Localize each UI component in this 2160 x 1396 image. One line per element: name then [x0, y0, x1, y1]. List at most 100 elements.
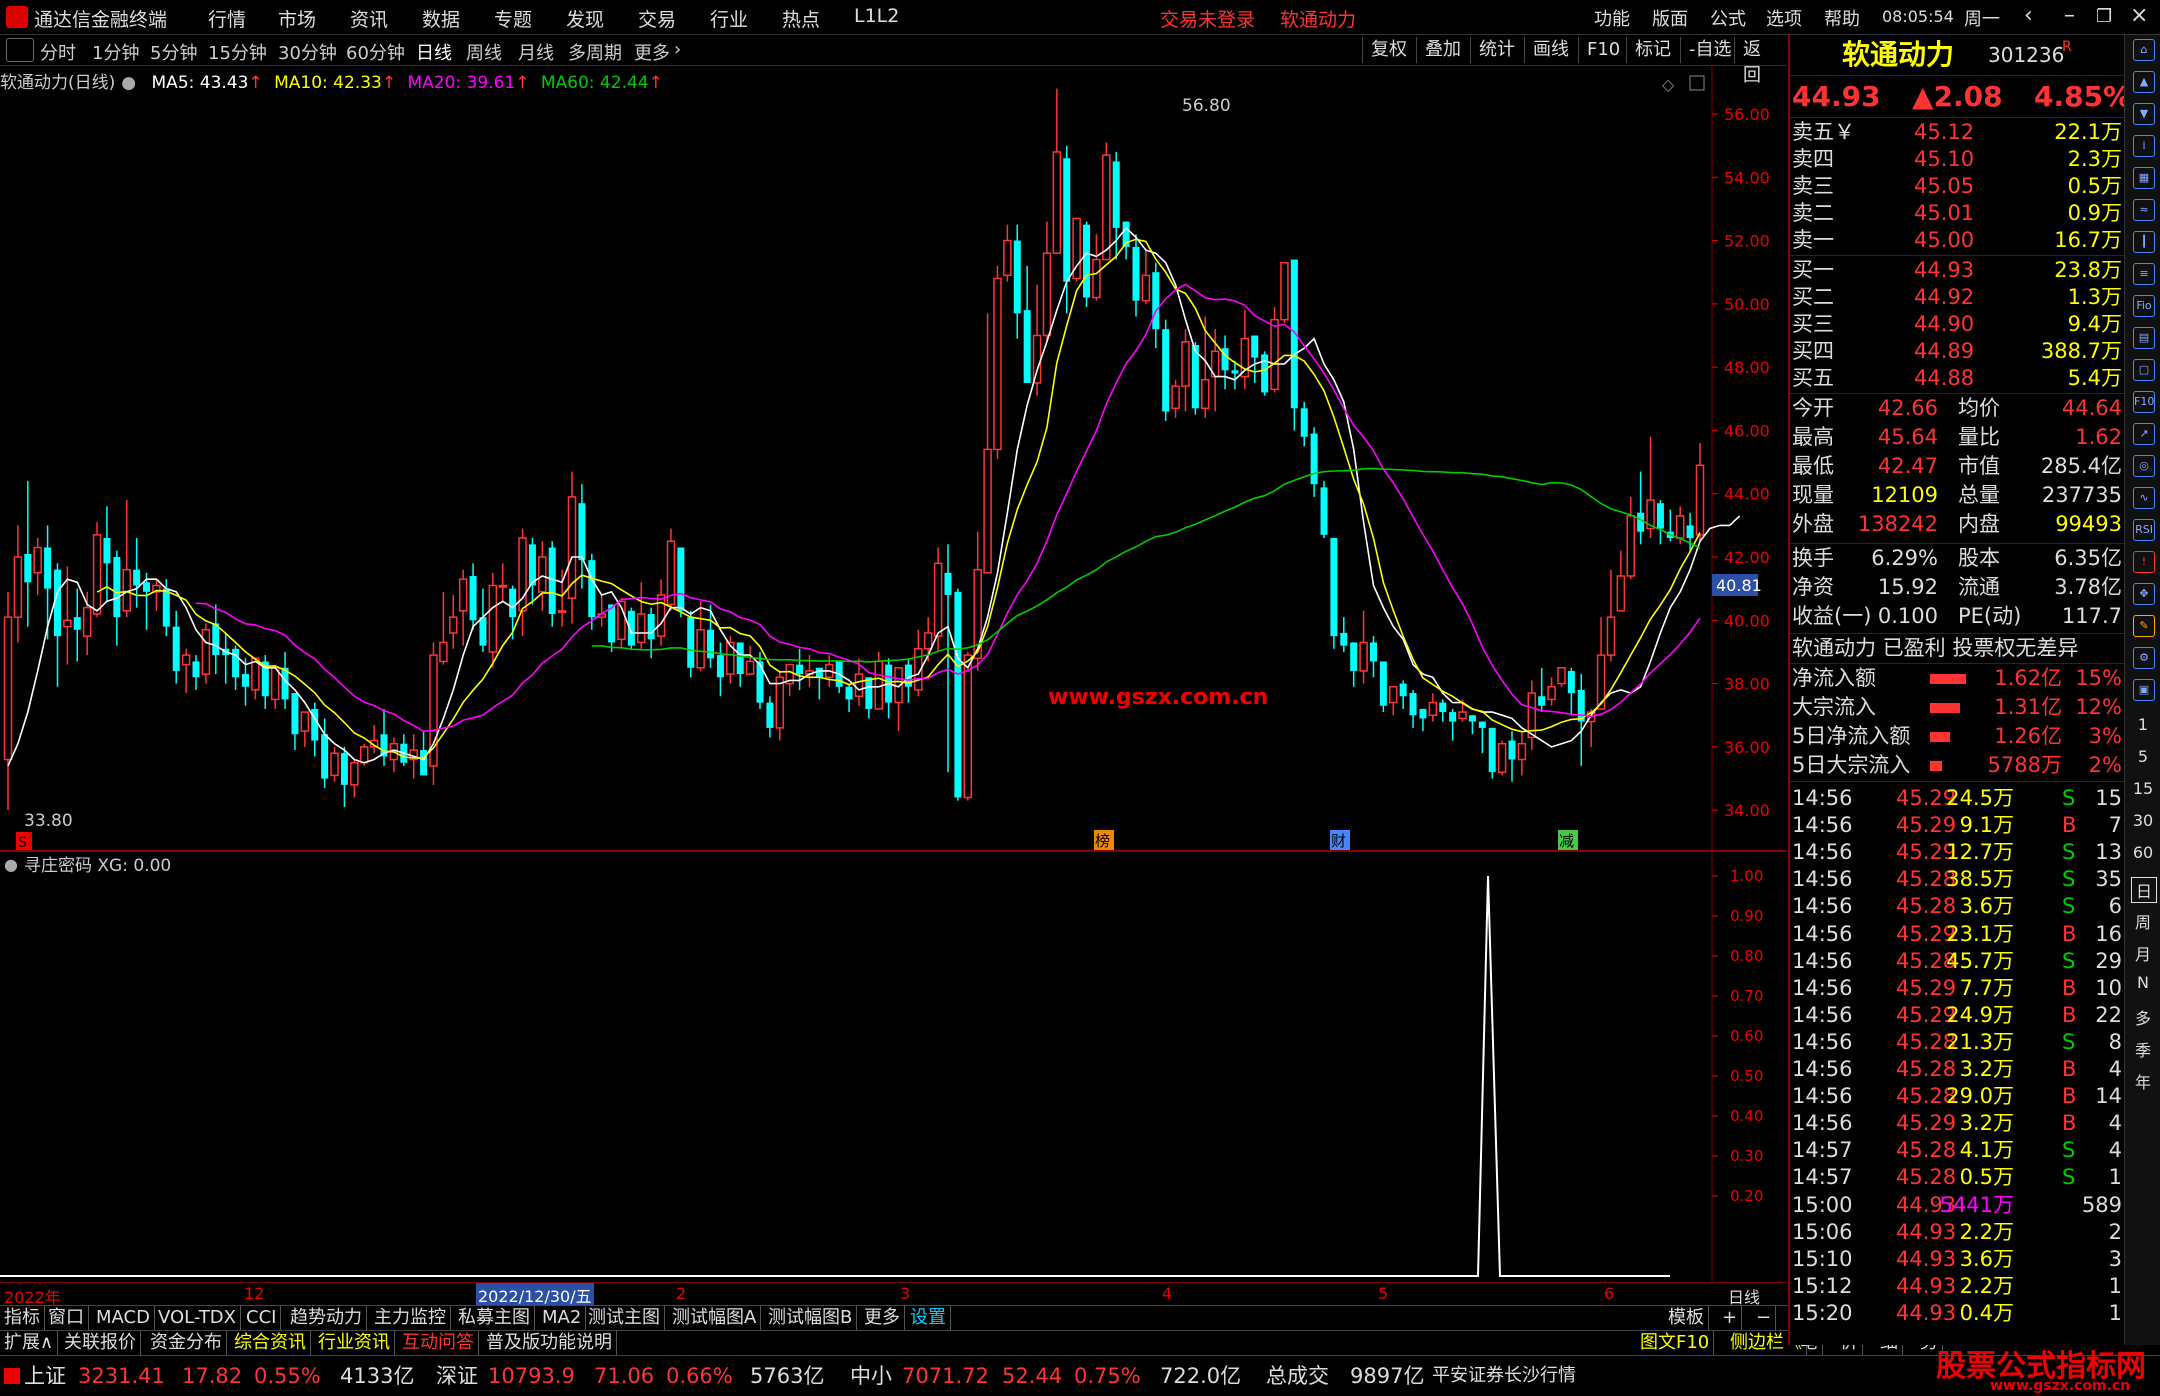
tool-f10[interactable]: F10: [1578, 37, 1628, 63]
back-icon[interactable]: ‹: [2024, 3, 2033, 28]
minimize-icon[interactable]: –: [2064, 3, 2075, 28]
sh-label[interactable]: 上证: [24, 1356, 66, 1396]
sidebar-month[interactable]: 月: [2131, 941, 2155, 965]
pen-icon[interactable]: ✎: [2133, 615, 2155, 637]
zx-label[interactable]: 中小: [850, 1356, 892, 1396]
tool-fuquan[interactable]: 复权: [1362, 37, 1415, 63]
sidebar-year[interactable]: 年: [2131, 1069, 2155, 1093]
tab-ma2[interactable]: MA2: [538, 1306, 587, 1330]
period-1min[interactable]: 1分钟: [92, 39, 139, 65]
period-day[interactable]: 日线: [416, 39, 452, 65]
menu-item-zixun[interactable]: 资讯: [350, 5, 388, 32]
sidebar-1min[interactable]: 1: [2131, 715, 2155, 734]
settings-circle-icon[interactable]: ●: [4, 855, 18, 874]
menu-item-redian[interactable]: 热点: [782, 5, 820, 32]
tab-hudongwenda[interactable]: 互动问答: [398, 1331, 479, 1355]
chevron-right-icon[interactable]: ›: [674, 39, 681, 60]
menu-item-shichang[interactable]: 市场: [278, 5, 316, 32]
menu-item-faxian[interactable]: 发现: [566, 5, 604, 32]
diamond-icon[interactable]: ◇: [1662, 75, 1675, 94]
period-fenshi[interactable]: 分时: [40, 39, 76, 65]
tab-zonghezixun[interactable]: 综合资讯: [230, 1331, 311, 1355]
menu-banmian[interactable]: 版面: [1652, 5, 1688, 31]
sidebar-30min[interactable]: 30: [2131, 811, 2155, 830]
sidebar-week[interactable]: 周: [2131, 909, 2155, 933]
period-5min[interactable]: 5分钟: [150, 39, 197, 65]
sidebar-multi[interactable]: 多: [2131, 1005, 2155, 1029]
tab-remove[interactable]: −: [1752, 1306, 1777, 1330]
menu-bangzhu[interactable]: 帮助: [1824, 5, 1860, 31]
tab-hangyezixun[interactable]: 行业资讯: [314, 1331, 395, 1355]
menu-item-hangqing[interactable]: 行情: [208, 5, 246, 32]
period-multi[interactable]: 多周期: [568, 39, 622, 65]
kline-chart[interactable]: 56.00 54.00 52.00 50.00 48.00 46.00 44.00 42.00…: [0, 66, 1786, 852]
menu-item-hangye[interactable]: 行业: [710, 5, 748, 32]
info-icon[interactable]: i: [2133, 135, 2155, 157]
sector-icon[interactable]: ▣: [2133, 679, 2155, 701]
settings-icon[interactable]: ⚙: [2133, 647, 2155, 669]
period-15min[interactable]: 15分钟: [208, 39, 267, 65]
chart-icon[interactable]: ≈: [2133, 199, 2155, 221]
target-icon[interactable]: ◎: [2133, 455, 2155, 477]
indicator-chart[interactable]: ● 寻庄密码 XG: 0.00 1.00 0.90 0.80 0.70 0.60 0.50…: [0, 852, 1786, 1282]
tab-kuozhan[interactable]: 扩展∧: [0, 1331, 59, 1355]
tool-huaxian[interactable]: 画线: [1524, 37, 1577, 63]
menu-item-shuju[interactable]: 数据: [422, 5, 460, 32]
table-icon[interactable]: ▤: [2133, 327, 2155, 349]
menu-item-jiaoyi[interactable]: 交易: [638, 5, 676, 32]
grid-icon[interactable]: ▦: [2133, 167, 2155, 189]
menu-item-l1l2[interactable]: L1L2: [854, 5, 899, 27]
down-icon[interactable]: ▼: [2133, 103, 2155, 125]
tab-ceshifutu-b[interactable]: 测试幅图B: [764, 1306, 858, 1330]
tab-tuwen-f10[interactable]: 图文F10: [1636, 1331, 1715, 1355]
rsi-icon[interactable]: RSI: [2133, 519, 2155, 541]
tool-fanhui[interactable]: 返回: [1734, 37, 1786, 86]
sidebar-day[interactable]: 日: [2131, 877, 2157, 903]
period-month[interactable]: 月线: [518, 39, 554, 65]
tab-zhibiao[interactable]: 指标: [0, 1306, 45, 1330]
move-icon[interactable]: ✥: [2133, 583, 2155, 605]
period-60min[interactable]: 60分钟: [346, 39, 405, 65]
chart-menu-icon[interactable]: [6, 38, 34, 62]
sidebar-15min[interactable]: 15: [2131, 779, 2155, 798]
menu-item-zhuanti[interactable]: 专题: [494, 5, 532, 32]
tab-add[interactable]: +: [1718, 1306, 1743, 1330]
tool-biaoji[interactable]: 标记: [1626, 37, 1679, 63]
tab-vol-tdx[interactable]: VOL-TDX: [154, 1306, 241, 1330]
tab-zijinfenbu[interactable]: 资金分布: [146, 1331, 227, 1355]
home-icon[interactable]: ⌂: [2133, 39, 2155, 61]
trade-login-warning[interactable]: 交易未登录: [1160, 5, 1255, 32]
fio-icon[interactable]: Fio: [2133, 295, 2155, 317]
menu-gongshi[interactable]: 公式: [1710, 5, 1746, 31]
tool-tongji[interactable]: 统计: [1470, 37, 1523, 63]
up-icon[interactable]: ▲: [2133, 71, 2155, 93]
trend-icon[interactable]: ↗: [2133, 423, 2155, 445]
kline-icon[interactable]: ┃: [2133, 231, 2155, 253]
tab-cci[interactable]: CCI: [242, 1306, 282, 1330]
close-icon[interactable]: ×: [2130, 3, 2148, 28]
tab-qushidongli[interactable]: 趋势动力: [286, 1306, 367, 1330]
tab-ceshifutu-a[interactable]: 测试幅图A: [668, 1306, 762, 1330]
tab-chuangkou[interactable]: 窗口: [44, 1306, 89, 1330]
sidebar-quarter[interactable]: 季: [2131, 1037, 2155, 1061]
tab-macd[interactable]: MACD: [92, 1306, 155, 1330]
tab-shezhi[interactable]: 设置: [906, 1306, 951, 1330]
alert-icon[interactable]: !: [2133, 551, 2155, 573]
restore-icon[interactable]: ❐: [2096, 6, 2112, 27]
list-icon[interactable]: ≡: [2133, 263, 2155, 285]
f10-icon[interactable]: F10: [2133, 391, 2155, 413]
tool-diejia[interactable]: 叠加: [1416, 37, 1469, 63]
menu-xuanxiang[interactable]: 选项: [1766, 5, 1802, 31]
doc-icon[interactable]: ▢: [2133, 359, 2155, 381]
sz-label[interactable]: 深证: [436, 1356, 478, 1396]
menu-gongneng[interactable]: 功能: [1594, 5, 1630, 31]
tab-ceshizhutu[interactable]: 测试主图: [584, 1306, 665, 1330]
tab-pujiban[interactable]: 普及版功能说明: [482, 1331, 617, 1355]
tab-guanlianbaojia[interactable]: 关联报价: [60, 1331, 141, 1355]
wave-icon[interactable]: ∿: [2133, 487, 2155, 509]
tool-zixuan[interactable]: -自选: [1680, 37, 1740, 63]
sidebar-60min[interactable]: 60: [2131, 843, 2155, 862]
period-30min[interactable]: 30分钟: [278, 39, 337, 65]
sidebar-5min[interactable]: 5: [2131, 747, 2155, 766]
tab-simuzhutu[interactable]: 私募主图: [454, 1306, 535, 1330]
